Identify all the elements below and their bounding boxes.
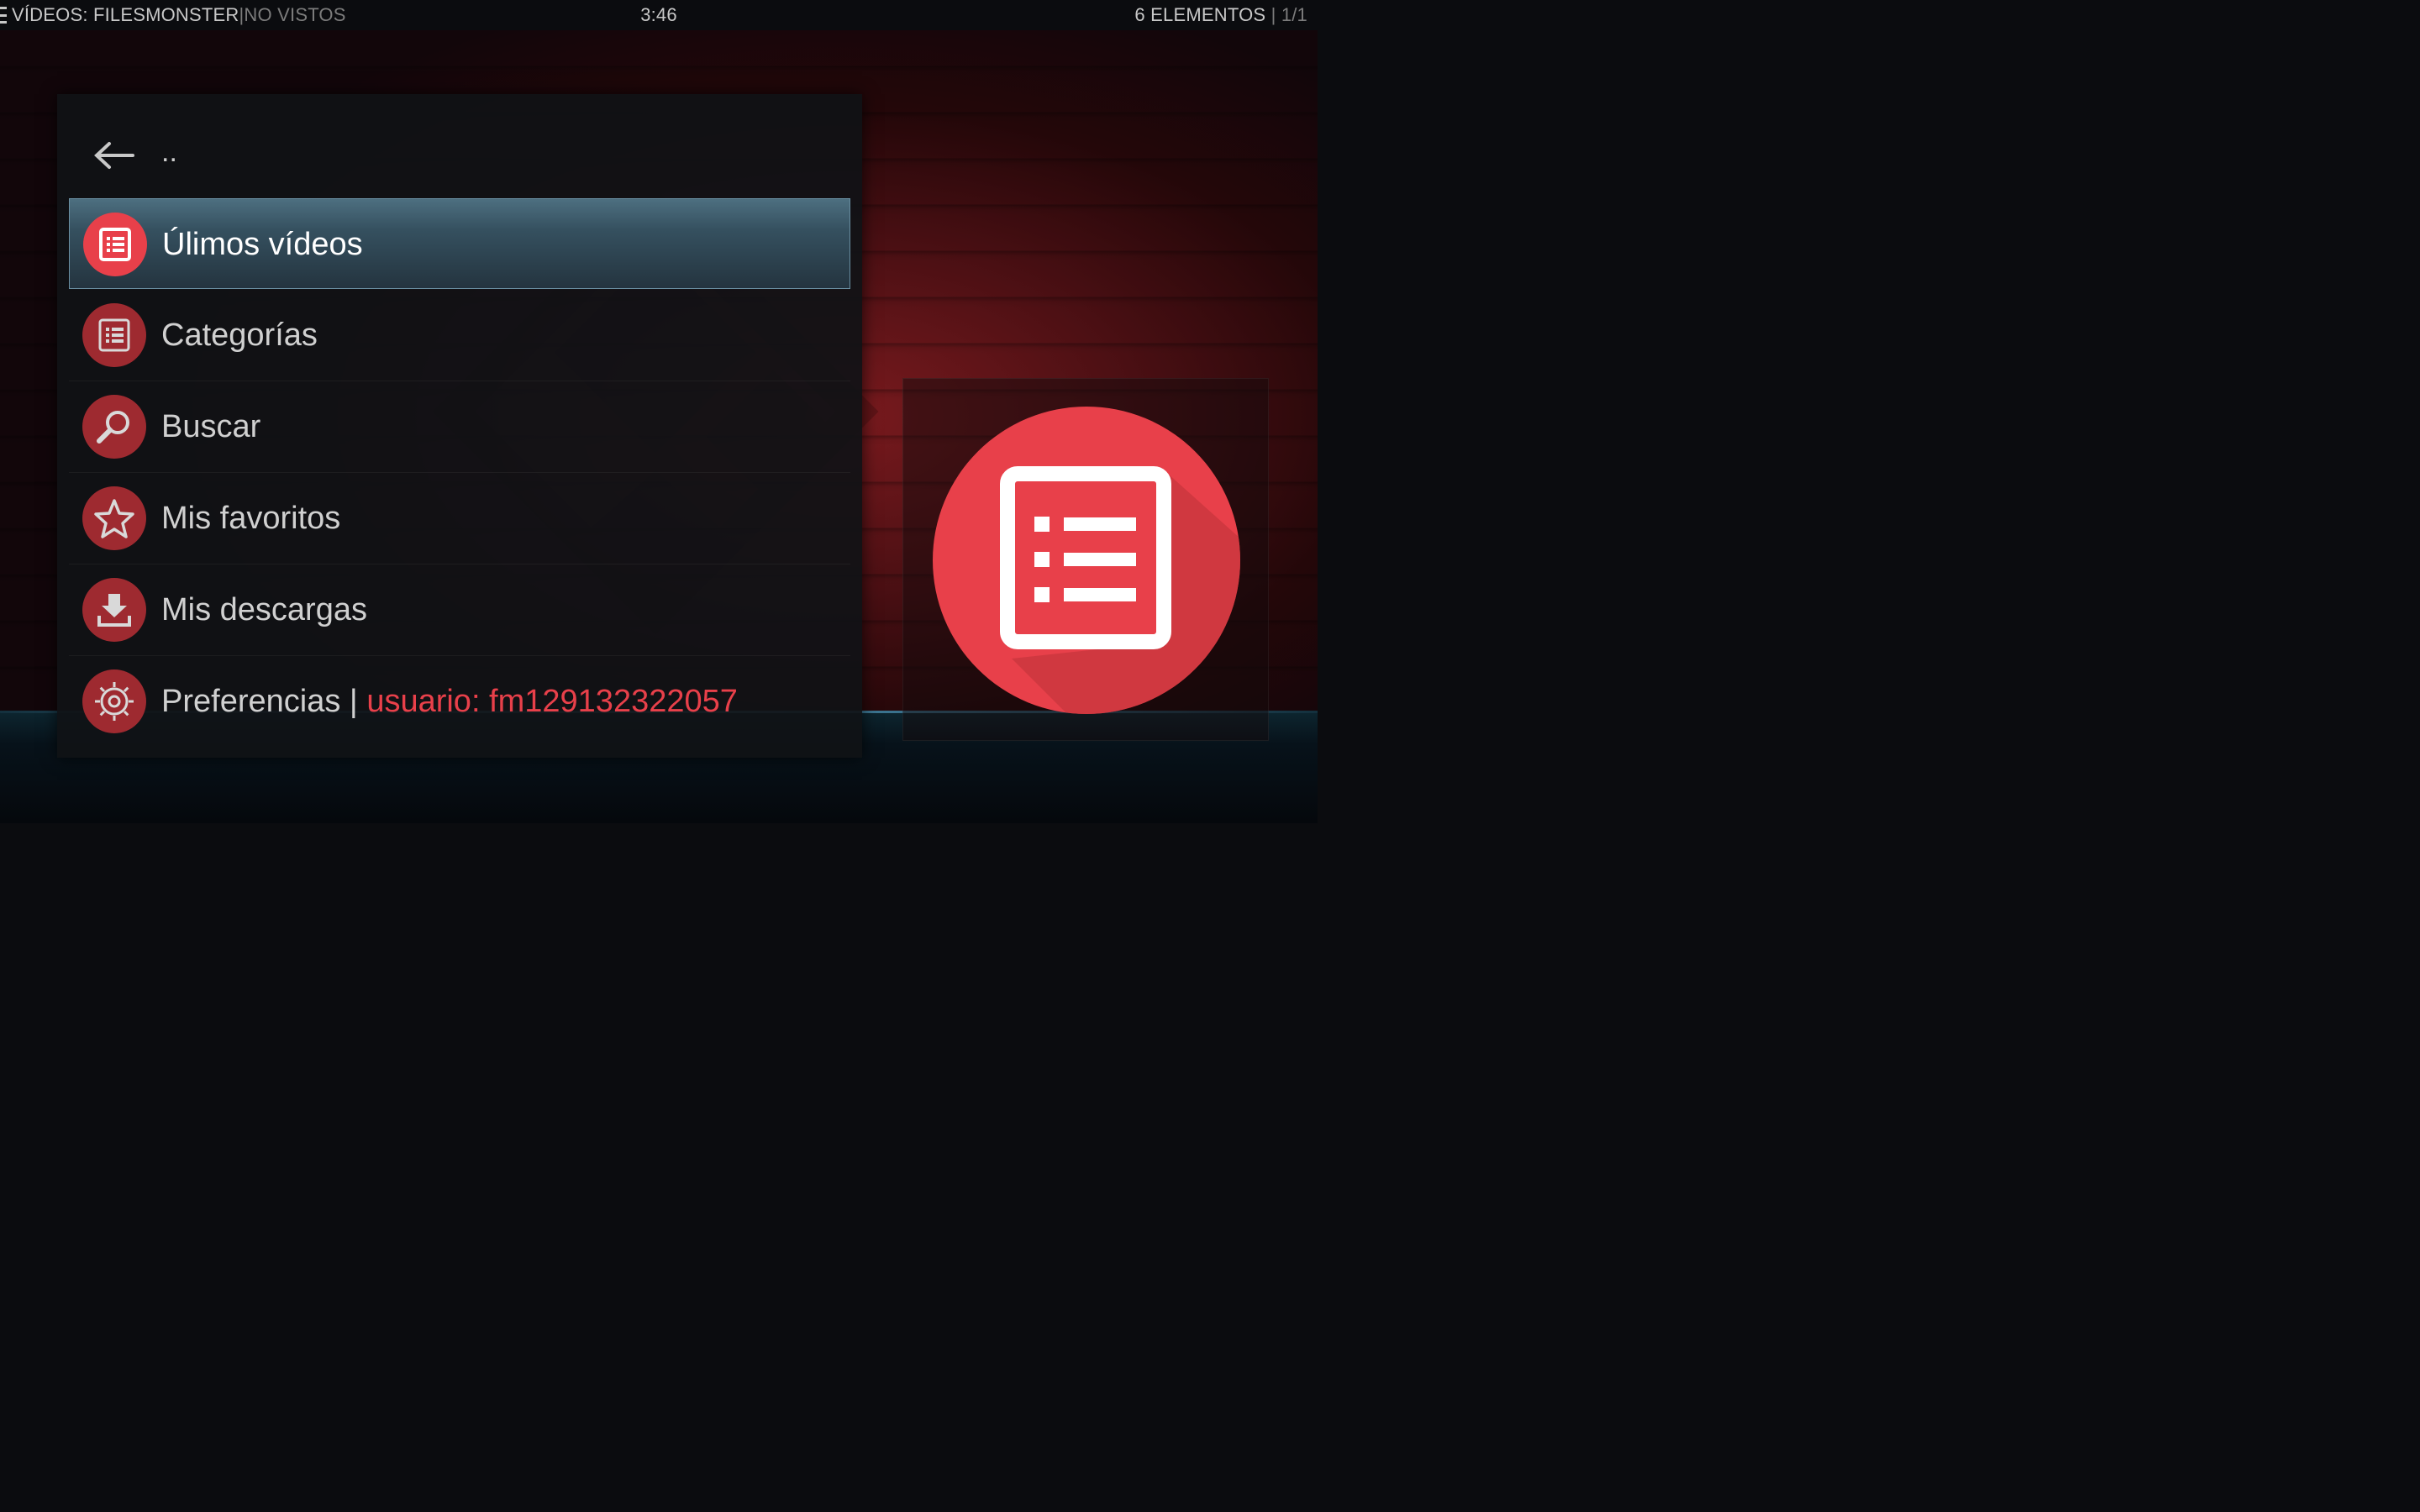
list-item-categorias[interactable]: Categorías bbox=[69, 290, 850, 381]
list-icon bbox=[82, 303, 146, 367]
list-item-preferencias[interactable]: Preferencias | usuario: fm129132322057 bbox=[69, 656, 850, 747]
gear-icon bbox=[82, 669, 146, 733]
page-indicator: 1/1 bbox=[1281, 4, 1307, 25]
list-item-label: Preferencias | usuario: fm129132322057 bbox=[161, 656, 738, 747]
list-item-label: Buscar bbox=[161, 409, 261, 444]
download-icon bbox=[82, 578, 146, 642]
list-item-buscar[interactable]: Buscar bbox=[69, 381, 850, 473]
list-icon bbox=[933, 407, 1240, 714]
star-icon bbox=[82, 486, 146, 550]
search-icon bbox=[82, 395, 146, 459]
list-item-label: Úlimos vídeos bbox=[162, 227, 363, 262]
parent-folder-label: .. bbox=[161, 136, 177, 168]
file-list-panel: .. Úlimos vídeos Categorías Buscar Mis f… bbox=[57, 94, 862, 758]
list-item-mis-favoritos[interactable]: Mis favoritos bbox=[69, 473, 850, 564]
list-item-ultimos-videos[interactable]: Úlimos vídeos bbox=[69, 198, 850, 289]
preferences-text: Preferencias | bbox=[161, 684, 367, 719]
list-item-mis-descargas[interactable]: Mis descargas bbox=[69, 564, 850, 656]
list-item-label: Mis descargas bbox=[161, 592, 367, 627]
item-count: 6 ELEMENTOS bbox=[1134, 4, 1266, 25]
top-bar: VÍDEOS: FILESMONSTER | NO VISTOS 3:46 6 … bbox=[0, 0, 1318, 30]
parent-folder-item[interactable]: .. bbox=[69, 106, 850, 198]
username-label: usuario: fm129132322057 bbox=[366, 684, 738, 719]
back-arrow-icon bbox=[94, 142, 134, 169]
list-icon bbox=[83, 213, 147, 276]
clock: 3:46 bbox=[640, 4, 677, 25]
list-item-label: Mis favoritos bbox=[161, 501, 341, 536]
list-item-label: Categorías bbox=[161, 318, 318, 353]
